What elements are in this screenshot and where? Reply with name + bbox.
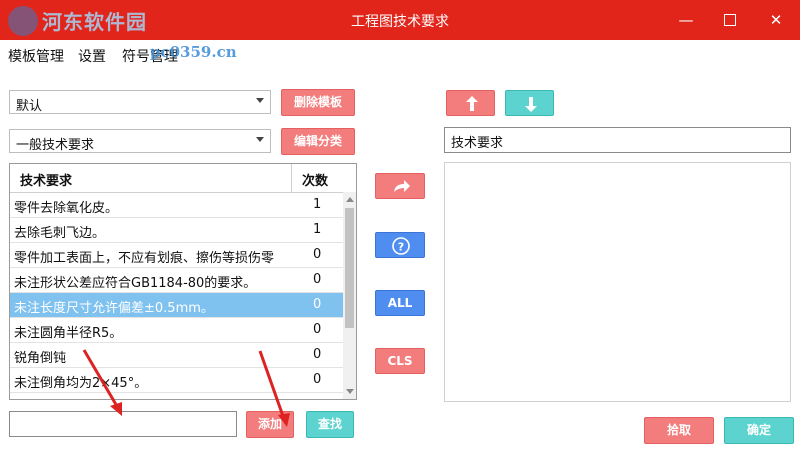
arrow-down-icon	[525, 97, 537, 112]
chevron-down-icon	[256, 98, 264, 103]
minimize-icon[interactable]: —	[678, 12, 694, 28]
row-count: 0	[313, 372, 322, 387]
row-count: 0	[313, 272, 322, 287]
table-row[interactable]: 未注形状公差应符合GB1184-80的要求。 0	[10, 268, 343, 293]
all-button[interactable]: ALL	[375, 290, 425, 316]
scroll-down-icon[interactable]	[346, 389, 354, 394]
move-down-button[interactable]	[505, 90, 554, 116]
row-count: 0	[313, 322, 322, 337]
right-title-field[interactable]: 技术要求	[444, 127, 791, 153]
header-count[interactable]: 次数	[302, 170, 328, 189]
menu-template-manage[interactable]: 模板管理	[8, 46, 64, 66]
row-requirement-text: 零件去除氧化皮。	[14, 201, 119, 216]
category-select[interactable]: 一般技术要求	[9, 129, 271, 153]
annotation-arrow-right	[258, 350, 290, 427]
table-row[interactable]: 未注长度尺寸允许偏差±0.5mm。 0	[10, 293, 343, 318]
row-requirement-text: 未注长度尺寸允许偏差±0.5mm。	[14, 301, 214, 316]
row-requirement-text: 零件加工表面上，不应有划痕、擦伤等损伤零	[14, 251, 275, 266]
close-icon[interactable]: ✕	[768, 12, 784, 28]
header-divider	[291, 164, 292, 192]
row-requirement-text: 去除毛刺飞边。	[14, 226, 106, 241]
table-row[interactable]: 去除毛刺飞边。 1	[10, 218, 343, 243]
right-title-value: 技术要求	[451, 136, 504, 151]
help-button[interactable]: ?	[375, 232, 425, 258]
question-icon: ?	[392, 237, 410, 255]
template-select-value: 默认	[16, 99, 43, 114]
cls-button[interactable]: CLS	[375, 348, 425, 374]
table-row[interactable]: 零件加工表面上，不应有划痕、擦伤等损伤零 0	[10, 243, 343, 268]
row-count: 0	[313, 297, 322, 312]
scroll-thumb[interactable]	[345, 208, 354, 328]
row-requirement-text: 未注形状公差应符合GB1184-80的要求。	[14, 276, 257, 291]
chevron-down-icon	[256, 137, 264, 142]
arrow-up-icon	[466, 96, 478, 111]
annotation-arrow-left	[82, 349, 122, 416]
row-count: 1	[313, 197, 322, 212]
move-up-button[interactable]	[446, 90, 495, 116]
row-count: 0	[313, 347, 322, 362]
row-count: 0	[313, 247, 322, 262]
table-row[interactable]: 未注圆角半径R5。 0	[10, 318, 343, 343]
template-select[interactable]: 默认	[9, 90, 271, 114]
ok-button[interactable]: 确定	[724, 417, 794, 444]
edit-category-button[interactable]: 编辑分类	[281, 128, 355, 155]
table-scrollbar[interactable]	[343, 192, 356, 399]
menu-settings[interactable]: 设置	[78, 46, 106, 66]
delete-template-button[interactable]: 删除模板	[281, 89, 355, 116]
requirements-table: 技术要求 次数 零件去除氧化皮。 1 去除毛刺飞边。 1 零件加工表面上，不应有划痕、擦…	[9, 163, 357, 400]
menu-bar: 模板管理 设置 符号管理	[0, 40, 800, 70]
transfer-button[interactable]	[375, 173, 425, 199]
scroll-up-icon[interactable]	[346, 197, 354, 202]
svg-text:?: ?	[398, 241, 404, 254]
search-button[interactable]: 查找	[306, 411, 354, 438]
pick-button[interactable]: 拾取	[644, 417, 714, 444]
maximize-icon[interactable]	[722, 12, 738, 28]
requirements-output-area[interactable]	[444, 162, 791, 402]
watermark-url: pc0359.cn	[150, 43, 237, 61]
header-requirement[interactable]: 技术要求	[20, 170, 72, 189]
table-row[interactable]: 零件去除氧化皮。 1	[10, 193, 343, 218]
redo-arrow-icon	[394, 180, 410, 192]
title-bar: 河东软件园 工程图技术要求 — ✕	[0, 0, 800, 40]
table-header: 技术要求 次数	[10, 164, 343, 193]
row-count: 1	[313, 222, 322, 237]
row-requirement-text: 未注圆角半径R5。	[14, 326, 123, 341]
category-select-value: 一般技术要求	[16, 138, 95, 153]
